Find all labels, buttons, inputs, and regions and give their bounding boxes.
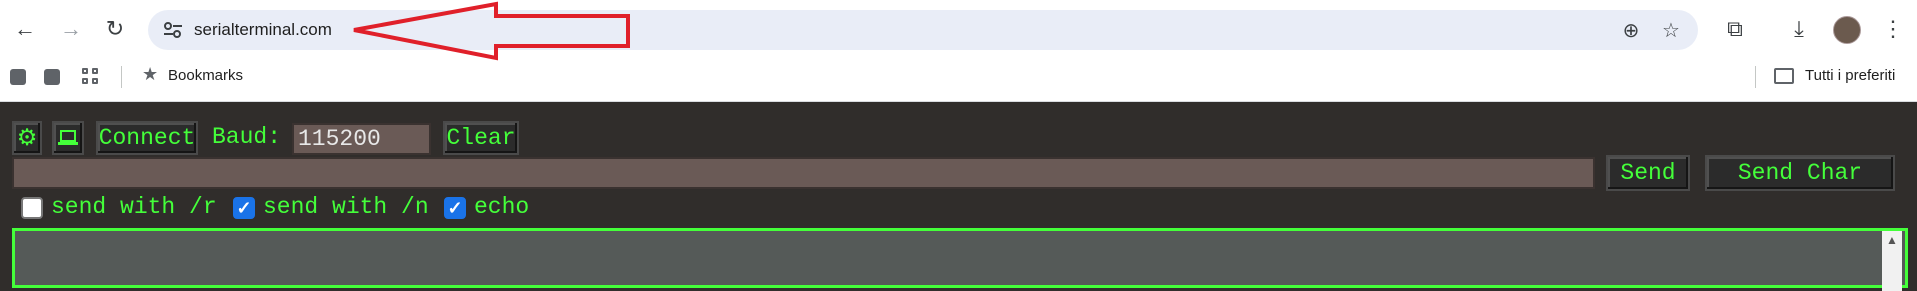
extensions-icon[interactable]: ⧉ (1718, 12, 1752, 46)
back-icon[interactable]: ← (8, 12, 42, 46)
profile-avatar[interactable] (1833, 16, 1861, 44)
annotation-arrow (353, 1, 630, 61)
reload-icon[interactable]: ↻ (98, 12, 132, 46)
zoom-icon[interactable]: ⊕ (1618, 17, 1644, 43)
baud-label: Baud: (212, 124, 282, 150)
echo-checkbox[interactable]: ✓ (444, 197, 466, 219)
separator (1755, 66, 1756, 88)
connect-button[interactable]: Connect (96, 121, 198, 155)
echo-label: echo (474, 194, 530, 220)
scroll-up-icon[interactable]: ▲ (1886, 233, 1898, 247)
folder-icon[interactable] (1774, 68, 1794, 84)
apps-grid-icon[interactable] (82, 68, 100, 86)
baud-input[interactable] (292, 123, 431, 155)
bookmarks-link[interactable]: Bookmarks (168, 67, 243, 84)
port-select-icon[interactable] (52, 121, 84, 155)
menu-icon[interactable]: ⋮ (1876, 12, 1910, 46)
download-icon[interactable]: ⤓ (1782, 12, 1816, 46)
separator (121, 66, 122, 88)
terminal-output[interactable]: ▲ (12, 228, 1908, 291)
browser-chrome: ← → ↻ serialterminal.com ⊕ ☆ ⧉ ⤓ ⋮ ★ Boo… (0, 0, 1917, 102)
send-button[interactable]: Send (1606, 155, 1690, 191)
laptop-icon (58, 130, 78, 145)
send-lf-label: send with /n (263, 194, 429, 220)
clear-button[interactable]: Clear (443, 121, 519, 155)
send-lf-checkbox[interactable]: ✓ (233, 197, 255, 219)
bookmark-star-icon[interactable]: ☆ (1658, 17, 1684, 43)
send-input[interactable] (12, 157, 1595, 189)
bookmark-favicon-icon[interactable] (44, 69, 60, 85)
send-char-button[interactable]: Send Char (1705, 155, 1895, 191)
settings-gear-icon[interactable]: ⚙ (12, 121, 42, 155)
send-cr-checkbox[interactable] (21, 197, 43, 219)
all-bookmarks-link[interactable]: Tutti i preferiti (1805, 67, 1895, 84)
site-settings-icon[interactable] (162, 19, 184, 41)
forward-icon[interactable]: → (54, 12, 88, 46)
bookmark-favicon-icon[interactable] (10, 69, 26, 85)
bookmarks-bar: ★ Bookmarks Tutti i preferiti (0, 58, 1917, 100)
output-scrollbar[interactable]: ▲ (1882, 231, 1902, 291)
url-text[interactable]: serialterminal.com (194, 20, 332, 40)
send-cr-label: send with /r (51, 194, 217, 220)
bookmarks-star-icon: ★ (142, 64, 159, 84)
